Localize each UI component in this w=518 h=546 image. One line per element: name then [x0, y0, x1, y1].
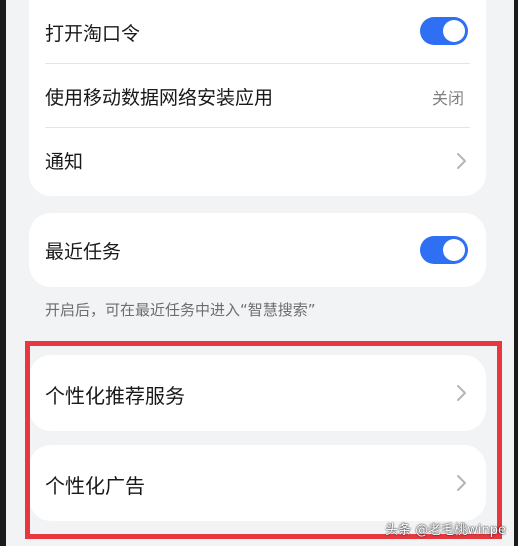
- chevron-right-icon: [454, 152, 468, 170]
- recent-tasks-toggle[interactable]: [420, 236, 468, 264]
- row-recent-tasks[interactable]: 最近任务: [29, 213, 486, 287]
- toggle-knob: [443, 239, 465, 261]
- recent-tasks-label: 最近任务: [45, 241, 122, 263]
- taokouling-toggle[interactable]: [420, 17, 468, 45]
- settings-card-recent-tasks: 最近任务: [29, 213, 486, 287]
- annotation-highlight-box: [25, 341, 502, 539]
- taokouling-label: 打开淘口令: [45, 23, 141, 45]
- settings-card-general: 打开淘口令 使用移动数据网络安装应用 关闭 通知: [29, 0, 486, 196]
- mobile-data-install-value: 关闭: [431, 89, 464, 108]
- toggle-knob: [443, 20, 465, 42]
- right-screen-edge: [514, 0, 518, 546]
- mobile-data-install-label: 使用移动数据网络安装应用: [45, 87, 274, 109]
- row-mobile-data-install[interactable]: 使用移动数据网络安装应用 关闭: [29, 64, 486, 128]
- left-screen-edge: [0, 0, 6, 546]
- row-taokouling[interactable]: 打开淘口令: [29, 0, 486, 64]
- row-notification[interactable]: 通知: [29, 128, 486, 192]
- watermark: 头条 @老毛桃winpe: [385, 523, 506, 538]
- notification-label: 通知: [45, 151, 84, 173]
- recent-tasks-hint: 开启后，可在最近任务中进入“智慧搜索”: [45, 301, 316, 319]
